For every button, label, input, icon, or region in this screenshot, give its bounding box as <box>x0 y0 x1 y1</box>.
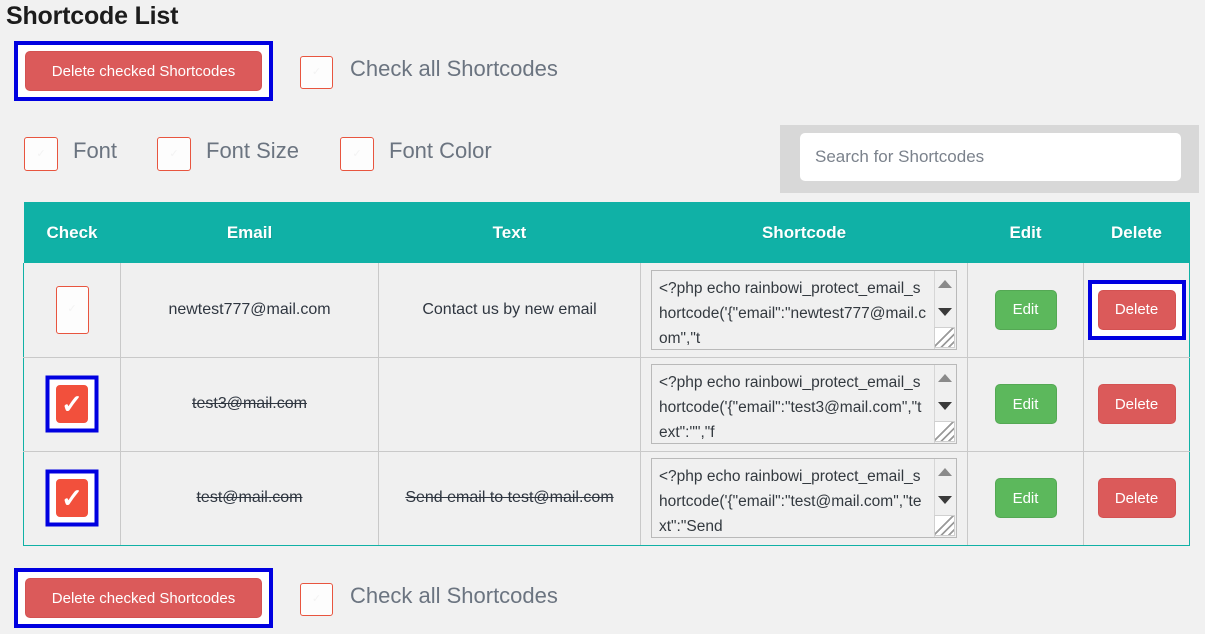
check-all-shortcodes-checkbox-top[interactable]: ✓ <box>300 56 333 89</box>
cell-delete: Delete <box>1083 451 1190 546</box>
cell-check: ✓ <box>23 451 121 546</box>
checkmark-icon: ✓ <box>61 389 83 419</box>
checkmark-icon: ✓ <box>61 483 83 513</box>
cell-check: ✓ <box>23 263 121 358</box>
column-header-email: Email <box>120 202 379 263</box>
shortcode-list-page: Shortcode List Delete checked Shortcodes… <box>0 0 1205 634</box>
email-value: newtest777@mail.com <box>168 300 331 318</box>
column-header-check: Check <box>23 202 121 263</box>
checkmark-icon: ✓ <box>311 593 322 605</box>
check-all-shortcodes-label-top: Check all Shortcodes <box>350 56 558 81</box>
column-header-delete: Delete <box>1083 202 1190 263</box>
cell-email: test@mail.com <box>120 451 379 546</box>
table-body: ✓ newtest777@mail.com Contact us by new em… <box>23 263 1190 546</box>
resize-grip-icon[interactable] <box>934 326 955 348</box>
cell-shortcode: <?php echo rainbowi_protect_email_shortc… <box>640 451 968 546</box>
checkmark-icon: ✓ <box>67 303 77 316</box>
text-value: Send email to test@mail.com <box>405 489 614 506</box>
table-row: ✓ test3@mail.com <?php echo rainbowi_prote… <box>23 357 1190 452</box>
delete-cell-wrap: Delete <box>1085 384 1188 424</box>
scroll-up-arrow-icon[interactable] <box>938 279 952 288</box>
check-all-shortcodes-label-bottom: Check all Shortcodes <box>350 583 558 608</box>
resize-grip-icon[interactable] <box>934 515 955 536</box>
filter-label-font-size: Font Size <box>206 138 299 163</box>
text-value: Contact us by new email <box>422 300 597 318</box>
shortcode-textarea[interactable]: <?php echo rainbowi_protect_email_shortc… <box>651 364 957 444</box>
row-checkbox-0[interactable]: ✓ <box>55 285 89 334</box>
edit-button[interactable]: Edit <box>994 478 1057 518</box>
checkmark-icon: ✓ <box>169 147 179 160</box>
cell-shortcode: <?php echo rainbowi_protect_email_shortc… <box>640 357 968 452</box>
shortcode-textarea[interactable]: <?php echo rainbowi_protect_email_shortc… <box>651 269 957 350</box>
filter-checkbox-font[interactable]: ✓ <box>24 137 58 171</box>
delete-button[interactable]: Delete <box>1097 289 1176 330</box>
page-title: Shortcode List <box>6 2 179 30</box>
cell-check: ✓ <box>23 357 121 452</box>
cell-delete: Delete <box>1083 357 1190 452</box>
table-header-row: Check Email Text Shortcode Edit Delete <box>23 202 1190 263</box>
scroll-up-arrow-icon[interactable] <box>938 374 952 382</box>
delete-checked-shortcodes-button-bottom[interactable]: Delete checked Shortcodes <box>25 578 262 618</box>
table-row: ✓ newtest777@mail.com Contact us by new em… <box>23 263 1190 358</box>
column-header-text: Text <box>378 202 641 263</box>
cell-text: Contact us by new email <box>378 263 641 358</box>
check-cell-wrap: ✓ <box>25 469 119 527</box>
shortcode-textarea[interactable]: <?php echo rainbowi_protect_email_shortc… <box>651 458 957 538</box>
column-header-edit: Edit <box>967 202 1084 263</box>
checkmark-icon: ✓ <box>311 66 322 78</box>
edit-button[interactable]: Edit <box>994 384 1057 424</box>
delete-button[interactable]: Delete <box>1097 384 1176 424</box>
cell-text: Send email to test@mail.com <box>378 451 641 546</box>
cell-edit: Edit <box>967 263 1084 358</box>
scroll-down-arrow-icon[interactable] <box>938 496 952 504</box>
shortcode-code-text: <?php echo rainbowi_protect_email_shortc… <box>659 279 926 347</box>
cell-delete: Delete <box>1083 263 1190 358</box>
email-value: test3@mail.com <box>192 395 307 412</box>
resize-grip-icon[interactable] <box>934 421 955 442</box>
shortcode-code-text: <?php echo rainbowi_protect_email_shortc… <box>659 468 922 535</box>
column-header-shortcode: Shortcode <box>640 202 968 263</box>
delete-cell-wrap: Delete <box>1085 478 1188 518</box>
checkmark-icon: ✓ <box>36 147 46 160</box>
check-cell-wrap: ✓ <box>25 375 119 433</box>
scroll-up-arrow-icon[interactable] <box>938 468 952 476</box>
cell-edit: Edit <box>967 357 1084 452</box>
cell-text <box>378 357 641 452</box>
delete-checked-shortcodes-button-top[interactable]: Delete checked Shortcodes <box>25 51 262 91</box>
cell-email: test3@mail.com <box>120 357 379 452</box>
table-row: ✓ test@mail.com Send email to test@mail.co… <box>23 451 1190 546</box>
filter-label-font: Font <box>73 138 118 163</box>
scroll-down-arrow-icon[interactable] <box>938 307 952 316</box>
delete-cell-wrap: Delete <box>1085 279 1188 340</box>
filter-label-font-color: Font Color <box>389 138 492 163</box>
email-value: test@mail.com <box>196 489 303 506</box>
shortcode-code-text: <?php echo rainbowi_protect_email_shortc… <box>659 374 922 441</box>
scroll-down-arrow-icon[interactable] <box>938 402 952 410</box>
check-all-shortcodes-checkbox-bottom[interactable]: ✓ <box>300 583 333 616</box>
filter-checkbox-font-color[interactable]: ✓ <box>340 137 374 171</box>
shortcodes-table: Check Email Text Shortcode Edit Delete ✓… <box>23 202 1190 546</box>
check-cell-wrap: ✓ <box>25 285 119 334</box>
row-checkbox-2[interactable]: ✓ <box>56 479 88 517</box>
cell-shortcode: <?php echo rainbowi_protect_email_shortc… <box>640 263 968 358</box>
delete-button[interactable]: Delete <box>1097 478 1176 518</box>
cell-email: newtest777@mail.com <box>120 263 379 358</box>
cell-edit: Edit <box>967 451 1084 546</box>
search-input[interactable] <box>800 133 1181 181</box>
checkmark-icon: ✓ <box>352 147 362 160</box>
filter-checkbox-font-size[interactable]: ✓ <box>157 137 191 171</box>
edit-button[interactable]: Edit <box>994 289 1057 330</box>
row-checkbox-1[interactable]: ✓ <box>56 385 88 423</box>
